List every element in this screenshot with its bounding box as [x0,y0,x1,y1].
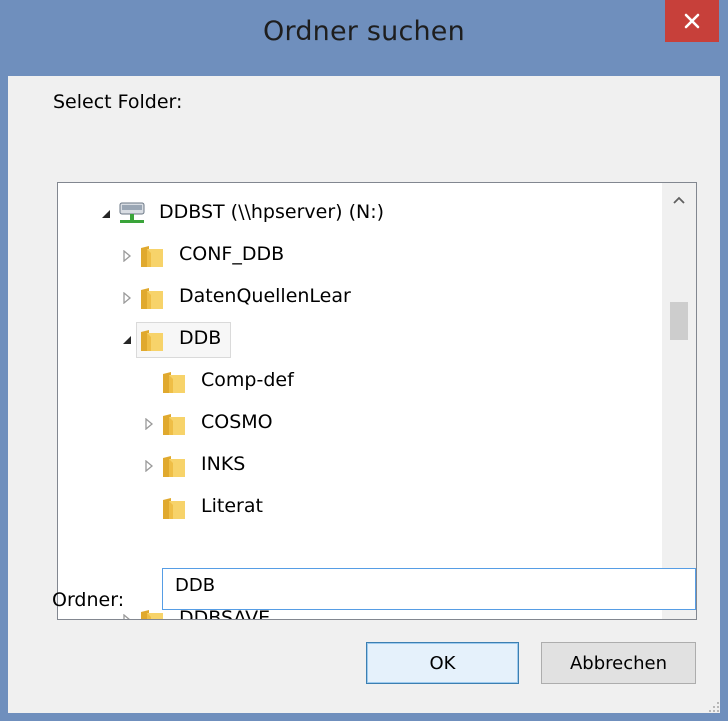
collapsed-arrow-icon[interactable] [142,417,156,431]
resize-grip-icon[interactable] [708,701,720,713]
expanded-arrow-icon[interactable] [120,333,134,347]
select-folder-label: Select Folder: [53,91,183,113]
title-bar[interactable]: Ordner suchen [0,0,728,76]
folder-field-label: Ordner: [52,589,125,611]
window-title: Ordner suchen [263,16,465,47]
folder-icon [163,414,185,435]
scroll-up-button[interactable] [662,183,696,217]
folder-icon [141,330,163,351]
folder-icon [163,372,185,393]
cancel-button[interactable]: Abbrechen [541,642,696,684]
tree-item-ddb[interactable]: DDB [58,320,658,360]
expanded-arrow-icon[interactable] [99,207,113,221]
collapsed-arrow-icon[interactable] [142,459,156,473]
collapsed-arrow-icon[interactable] [120,613,134,619]
tree-item-label: INKS [201,453,246,475]
folder-browser-dialog: Ordner suchen Select Folder: DDBST (\\hp… [0,0,728,721]
close-icon [684,13,700,29]
tree-item-conf-ddb[interactable]: CONF_DDB [58,236,658,276]
tree-item-ddbst[interactable]: DDBST (\\hpserver) (N:) [58,194,658,234]
tree-item-label: Comp-def [201,369,294,391]
chevron-up-icon [673,196,685,204]
dialog-body: Select Folder: DDBST (\\hpserver) (N:) C… [8,76,720,713]
tree-item-label: COSMO [201,411,273,433]
tree-item-cosmo[interactable]: COSMO [58,404,658,444]
folder-icon [163,498,185,519]
folder-icon [141,246,163,267]
network-drive-icon [119,202,145,223]
collapsed-arrow-icon[interactable] [120,249,134,263]
close-button[interactable] [665,0,719,42]
tree-item-label: DDBST (\\hpserver) (N:) [159,201,385,223]
tree-item-label: Literat [201,495,263,517]
tree-scrollbar[interactable] [662,183,696,619]
folder-icon [163,456,185,477]
folder-name-input[interactable] [162,568,696,610]
tree-item-inks[interactable]: INKS [58,446,658,486]
scroll-thumb[interactable] [670,302,688,340]
ok-button[interactable]: OK [366,642,519,684]
tree-item-label: DDB [179,327,222,349]
tree-item-datenquellenlear[interactable]: DatenQuellenLear [58,278,658,318]
tree-item-comp-def[interactable]: Comp-def [58,362,658,402]
collapsed-arrow-icon[interactable] [120,291,134,305]
folder-tree[interactable]: DDBST (\\hpserver) (N:) CONF_DDB DatenQu… [57,182,697,620]
tree-item-label: DatenQuellenLear [179,285,351,307]
tree-item-label: CONF_DDB [179,243,285,265]
folder-icon [141,288,163,309]
tree-item-literat[interactable]: Literat [58,488,658,528]
